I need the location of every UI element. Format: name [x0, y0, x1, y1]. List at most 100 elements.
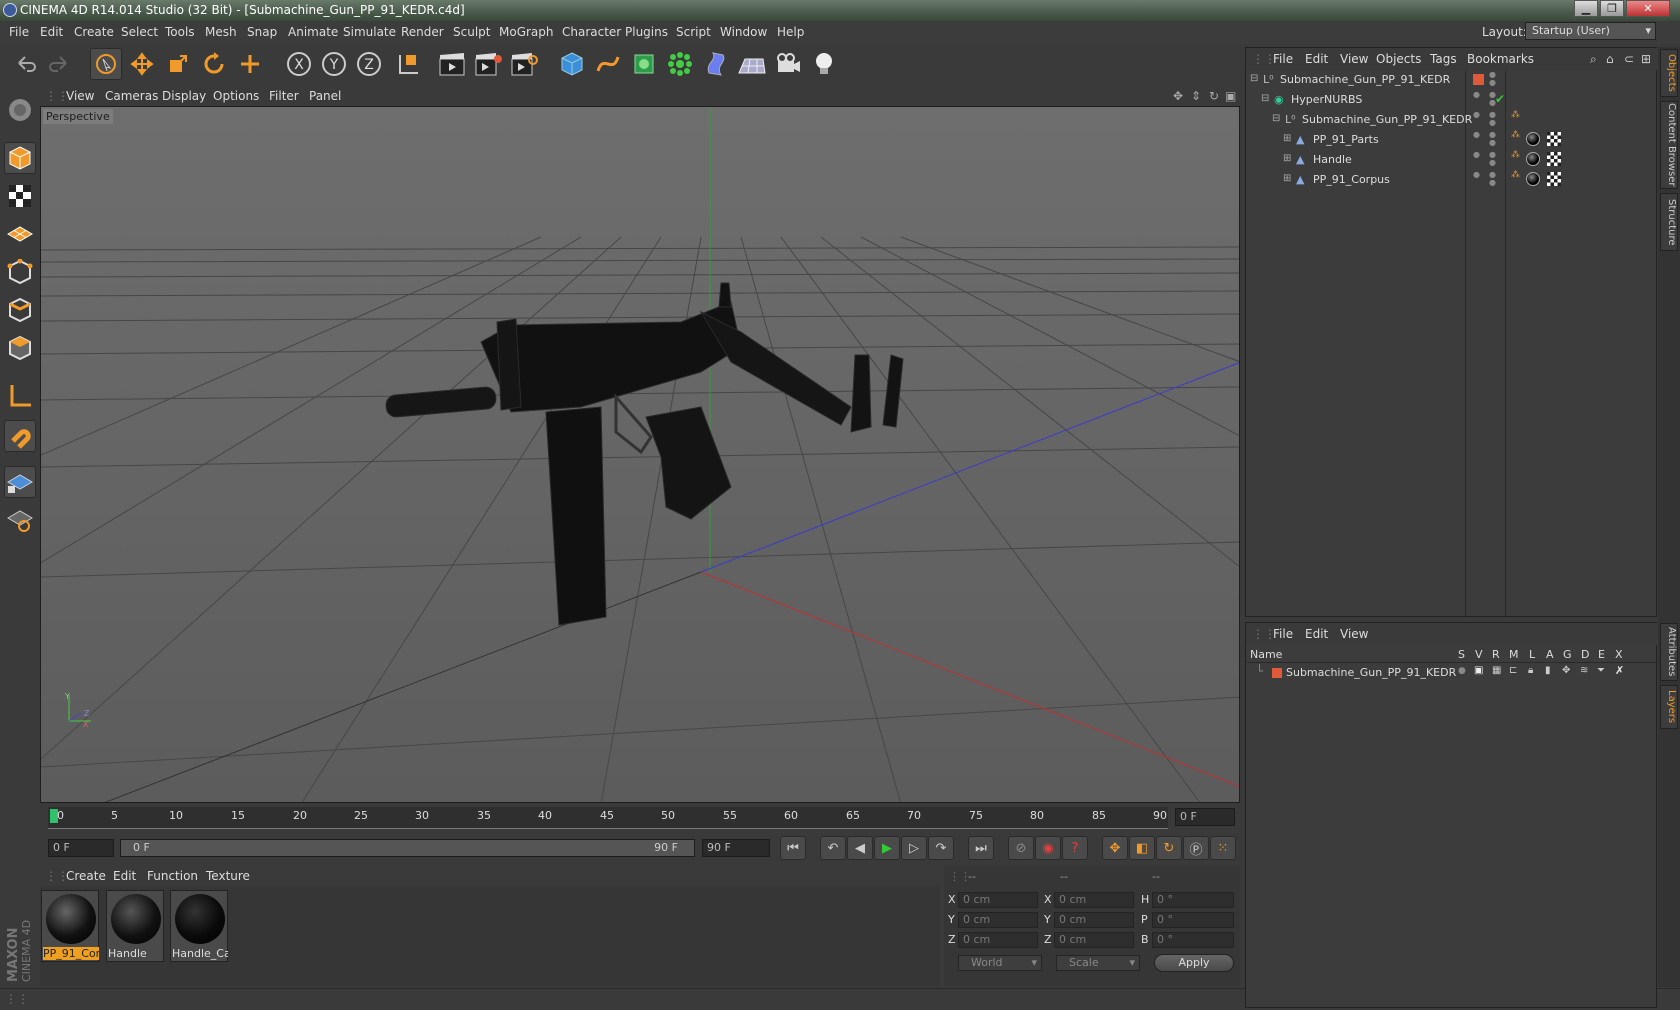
nurbs-icon[interactable]	[628, 48, 660, 80]
expand-icon[interactable]: ⊞	[1283, 153, 1291, 164]
material-menu-function[interactable]: Function	[147, 869, 198, 883]
param-key-icon[interactable]: Ⓟ	[1183, 836, 1209, 860]
object-row[interactable]: ⊞ ▲ PP_91_Corpus ● ● ● ⁂	[1246, 170, 1658, 190]
uvw-tag-icon[interactable]	[1547, 132, 1561, 146]
object-menu-file[interactable]: File	[1273, 52, 1293, 66]
model-mode-icon[interactable]	[4, 142, 36, 174]
perspective-label[interactable]: Perspective	[43, 109, 113, 124]
autokey-icon[interactable]: ◉	[1035, 836, 1061, 860]
move-key-icon[interactable]: ✥	[1102, 836, 1128, 860]
texture-mode-icon[interactable]	[4, 180, 36, 212]
array-icon[interactable]	[664, 48, 696, 80]
visibility-dots[interactable]: ● ●	[1489, 111, 1496, 127]
menu-edit[interactable]: Edit	[40, 25, 63, 39]
layer-col-view[interactable]: V	[1475, 648, 1483, 661]
viewport-menu-options[interactable]: Options	[213, 89, 259, 103]
material-swatch[interactable]: Handle_Ca	[170, 890, 228, 962]
frame-range-slider[interactable]: 0 F 90 F	[120, 839, 695, 857]
layer-col-deformers[interactable]: D	[1581, 648, 1589, 661]
tab-objects[interactable]: Objects	[1660, 49, 1678, 97]
deformers-toggle-icon[interactable]: ≋	[1580, 665, 1588, 676]
rotate-icon[interactable]	[198, 48, 230, 80]
visibility-dots[interactable]: ● ●	[1489, 131, 1496, 147]
xref-toggle-icon[interactable]: ✗	[1615, 664, 1624, 677]
layer-row[interactable]: └ Submachine_Gun_PP_91_KEDR ● ▣ ▦ ⊏ 🔒︎ ▮…	[1246, 664, 1658, 682]
search-icon[interactable]: ⌕	[1590, 52, 1597, 67]
rotation-p-field[interactable]: 0 °	[1152, 912, 1234, 928]
size-z-field[interactable]: 0 cm	[1054, 932, 1134, 948]
edges-mode-icon[interactable]	[4, 294, 36, 326]
coordinate-space-dropdown[interactable]: World ▾	[958, 955, 1042, 971]
animation-toggle-icon[interactable]: ▮	[1545, 665, 1551, 676]
view-toggle-icon[interactable]: ▣	[1474, 665, 1483, 676]
drag-handle-icon[interactable]: ⋮⋮	[5, 992, 29, 1006]
collapse-icon[interactable]: ⊟	[1261, 93, 1269, 104]
make-editable-icon[interactable]	[4, 94, 36, 126]
object-menu-edit[interactable]: Edit	[1305, 52, 1328, 66]
deformer-icon[interactable]	[700, 48, 732, 80]
z-axis-icon[interactable]: Z	[353, 48, 385, 80]
material-swatch[interactable]: Handle	[106, 890, 164, 962]
workplane-icon[interactable]	[4, 218, 36, 250]
tab-attributes[interactable]: Attributes	[1660, 623, 1678, 681]
object-row[interactable]: ⊞ ▲ Handle ● ● ● ⁂	[1246, 150, 1658, 170]
layer-col-locked[interactable]: L	[1529, 648, 1535, 661]
go-to-end-icon[interactable]: ⏭	[968, 836, 994, 860]
menu-create[interactable]: Create	[74, 25, 114, 39]
solo-toggle-icon[interactable]: ●	[1458, 666, 1466, 676]
current-frame-field[interactable]: 0 F	[1175, 808, 1235, 826]
menu-window[interactable]: Window	[720, 25, 767, 39]
pla-key-icon[interactable]: ⁙	[1210, 836, 1236, 860]
position-y-field[interactable]: 0 cm	[958, 912, 1038, 928]
menu-file[interactable]: File	[9, 25, 29, 39]
visibility-dots[interactable]: ●	[1473, 91, 1480, 99]
layer-color-swatch[interactable]	[1272, 668, 1282, 678]
rotation-h-field[interactable]: 0 °	[1152, 892, 1234, 908]
keyframe-help-icon[interactable]: ?	[1062, 836, 1088, 860]
menu-tools[interactable]: Tools	[165, 25, 195, 39]
menu-snap[interactable]: Snap	[247, 25, 277, 39]
light-icon[interactable]	[808, 48, 840, 80]
layout-dropdown[interactable]: Startup (User) ▾	[1525, 22, 1656, 40]
menu-help[interactable]: Help	[777, 25, 804, 39]
camera-icon[interactable]	[772, 48, 804, 80]
visibility-dots[interactable]: ● ●	[1489, 151, 1496, 167]
viewport-move-icon[interactable]: ✥	[1173, 89, 1183, 103]
layer-col-manager[interactable]: M	[1509, 648, 1519, 661]
viewport-menu-view[interactable]: View	[66, 89, 94, 103]
menu-simulate[interactable]: Simulate	[343, 25, 396, 39]
menu-script[interactable]: Script	[676, 25, 711, 39]
collapse-icon[interactable]: ⊟	[1250, 73, 1258, 84]
layer-col-animation[interactable]: A	[1546, 648, 1554, 661]
menu-plugins[interactable]: Plugins	[625, 25, 668, 39]
enabled-check-icon[interactable]: ✔	[1495, 92, 1505, 106]
y-axis-icon[interactable]: Y	[318, 48, 350, 80]
scale-icon[interactable]	[162, 48, 194, 80]
visibility-dots[interactable]: ●	[1473, 111, 1480, 119]
visibility-dots[interactable]: ● ●	[1489, 171, 1496, 187]
3d-viewport[interactable]: Perspective Y X Z	[40, 106, 1240, 803]
layer-col-xref[interactable]: X	[1615, 648, 1623, 661]
magnet-icon[interactable]	[4, 420, 36, 452]
collapse-icon[interactable]: ⊟	[1272, 113, 1280, 124]
rotation-b-field[interactable]: 0 °	[1152, 932, 1234, 948]
uvw-tag-icon[interactable]	[1547, 172, 1561, 186]
object-row[interactable]: ⊞ ▲ PP_91_Parts ● ● ● ⁂	[1246, 130, 1658, 150]
locked-workplane-icon[interactable]	[4, 466, 36, 498]
snap-settings-icon[interactable]	[4, 504, 36, 536]
object-menu-objects[interactable]: Objects	[1376, 52, 1421, 66]
link-icon[interactable]: ⊂	[1624, 52, 1634, 66]
step-forward-icon[interactable]: ▷	[901, 836, 927, 860]
layer-col-name[interactable]: Name	[1250, 648, 1282, 661]
layer-col-generators[interactable]: G	[1563, 648, 1572, 661]
menu-character[interactable]: Character	[562, 25, 621, 39]
menu-render[interactable]: Render	[401, 25, 444, 39]
menu-sculpt[interactable]: Sculpt	[453, 25, 490, 39]
phong-tag-icon[interactable]: ⁂	[1511, 150, 1520, 160]
expand-icon[interactable]: ⊞	[1283, 173, 1291, 184]
rotate-key-icon[interactable]: ↻	[1156, 836, 1182, 860]
layer-menu-view[interactable]: View	[1340, 627, 1368, 641]
new-panel-icon[interactable]: ⊞	[1641, 52, 1651, 66]
live-selection-icon[interactable]	[90, 48, 122, 80]
floor-icon[interactable]	[736, 48, 768, 80]
